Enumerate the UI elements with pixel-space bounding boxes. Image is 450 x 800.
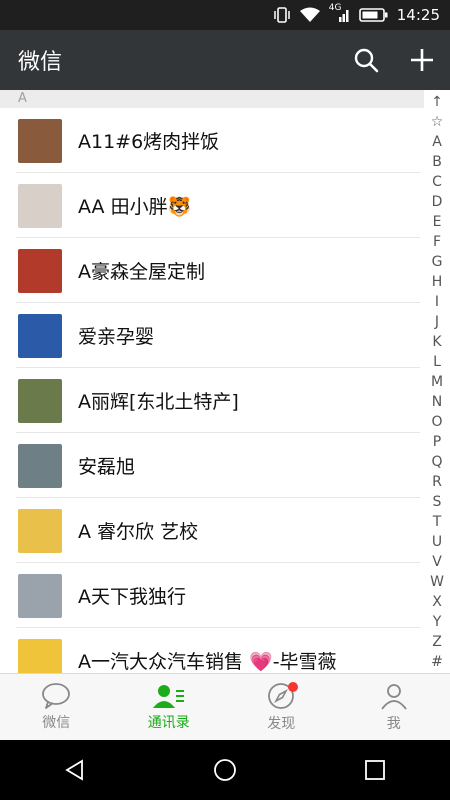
index-letter[interactable]: A (432, 134, 442, 150)
contact-row[interactable]: A天下我独行 (0, 563, 424, 628)
index-letter[interactable]: G (432, 254, 443, 270)
search-button[interactable] (338, 30, 394, 90)
avatar (18, 573, 62, 618)
contact-row[interactable]: A丽辉[东北土特产] (0, 368, 424, 433)
add-button[interactable] (394, 30, 450, 90)
section-header-a: A (0, 90, 424, 108)
index-letter[interactable]: O (431, 414, 442, 430)
chat-bubble-icon (42, 683, 71, 709)
back-icon (65, 759, 83, 781)
contact-name: 爱亲孕婴 (78, 326, 155, 348)
tab-me[interactable]: 我 (338, 674, 450, 740)
index-letter[interactable]: ☆ (431, 114, 444, 130)
plus-icon (411, 49, 433, 71)
index-letter[interactable]: Q (431, 454, 442, 470)
index-letter[interactable]: D (432, 194, 443, 210)
contact-row[interactable]: A11#6烤肉拌饭 (0, 108, 424, 173)
tab-label: 通讯录 (147, 715, 190, 731)
tab-label: 发现 (267, 716, 296, 732)
avatar (18, 313, 62, 358)
contact-name: A一汽大众汽车销售 💗-毕雪薇 (78, 651, 337, 673)
index-letter[interactable]: N (432, 394, 442, 410)
index-letter[interactable]: W (430, 574, 444, 590)
home-icon (214, 759, 236, 781)
system-nav-bar (0, 740, 450, 800)
index-letter[interactable]: S (433, 494, 442, 510)
avatar (18, 638, 62, 673)
status-bar: 4G 14:25 (0, 0, 450, 30)
index-letter[interactable]: T (433, 514, 442, 530)
contact-name: AA 田小胖🐯 (78, 196, 192, 218)
index-letter[interactable]: V (432, 554, 442, 570)
signal-icon: 4G (329, 3, 351, 23)
status-time: 14:25 (396, 6, 440, 24)
index-letter[interactable]: U (432, 534, 442, 550)
notification-dot (288, 682, 298, 692)
contact-name: A天下我独行 (78, 586, 186, 608)
contact-row[interactable]: A一汽大众汽车销售 💗-毕雪薇 (0, 628, 424, 673)
vibrate-icon (273, 7, 291, 23)
contact-row[interactable]: 安磊旭 (0, 433, 424, 498)
recents-button[interactable] (345, 740, 405, 800)
contact-row[interactable]: A 睿尔欣 艺校 (0, 498, 424, 563)
network-type: 4G (328, 3, 342, 13)
avatar (18, 508, 62, 553)
contact-row[interactable]: A豪森全屋定制 (0, 238, 424, 303)
index-letter[interactable]: K (432, 334, 441, 350)
index-letter[interactable]: ↑ (431, 94, 443, 110)
tab-bar: 微信 通讯录 发现 我 (0, 673, 450, 740)
index-letter[interactable]: B (432, 154, 442, 170)
tab-discover[interactable]: 发现 (225, 674, 338, 740)
tab-contacts[interactable]: 通讯录 (113, 674, 226, 740)
index-letter[interactable]: R (432, 474, 442, 490)
avatar (18, 378, 62, 423)
contact-name: A11#6烤肉拌饭 (78, 131, 220, 153)
tab-label: 微信 (42, 715, 71, 731)
person-icon (381, 684, 407, 710)
contact-name: A 睿尔欣 艺校 (78, 521, 199, 543)
search-icon (354, 48, 379, 73)
index-letter[interactable]: # (431, 654, 443, 670)
index-letter[interactable]: Z (432, 634, 442, 650)
wifi-icon (299, 7, 321, 23)
contacts-icon (152, 685, 184, 708)
index-letter[interactable]: Y (433, 614, 442, 630)
contact-row[interactable]: 爱亲孕婴 (0, 303, 424, 368)
avatar (18, 443, 62, 488)
app-bar: 微信 (0, 30, 450, 90)
index-letter[interactable]: L (433, 354, 441, 370)
index-letter[interactable]: C (432, 174, 442, 190)
home-button[interactable] (195, 740, 255, 800)
avatar (18, 118, 62, 163)
app-title: 微信 (18, 50, 63, 75)
index-letter[interactable]: X (432, 594, 442, 610)
avatar (18, 248, 62, 293)
battery-icon (358, 7, 389, 23)
alphabet-index[interactable]: ↑ ☆ A B C D E F G H I J K L M N O P Q R S T U V W X Y Z # (424, 92, 450, 672)
index-letter[interactable]: H (432, 274, 443, 290)
tab-chats[interactable]: 微信 (0, 674, 113, 740)
recents-icon (365, 760, 385, 780)
contact-list[interactable]: A11#6烤肉拌饭 AA 田小胖🐯 A豪森全屋定制 爱亲孕婴 A丽辉[东北土特产… (0, 108, 424, 673)
index-letter[interactable]: E (433, 214, 442, 230)
back-button[interactable] (45, 740, 105, 800)
tab-label: 我 (386, 716, 401, 732)
index-letter[interactable]: P (433, 434, 441, 450)
index-letter[interactable]: F (433, 234, 441, 250)
index-letter[interactable]: J (435, 314, 439, 330)
avatar (18, 183, 62, 228)
contact-name: A丽辉[东北土特产] (78, 391, 239, 413)
contact-name: A豪森全屋定制 (78, 261, 205, 283)
contact-row[interactable]: AA 田小胖🐯 (0, 173, 424, 238)
contact-name: 安磊旭 (78, 456, 136, 478)
index-letter[interactable]: M (431, 374, 443, 390)
index-letter[interactable]: I (435, 294, 439, 310)
